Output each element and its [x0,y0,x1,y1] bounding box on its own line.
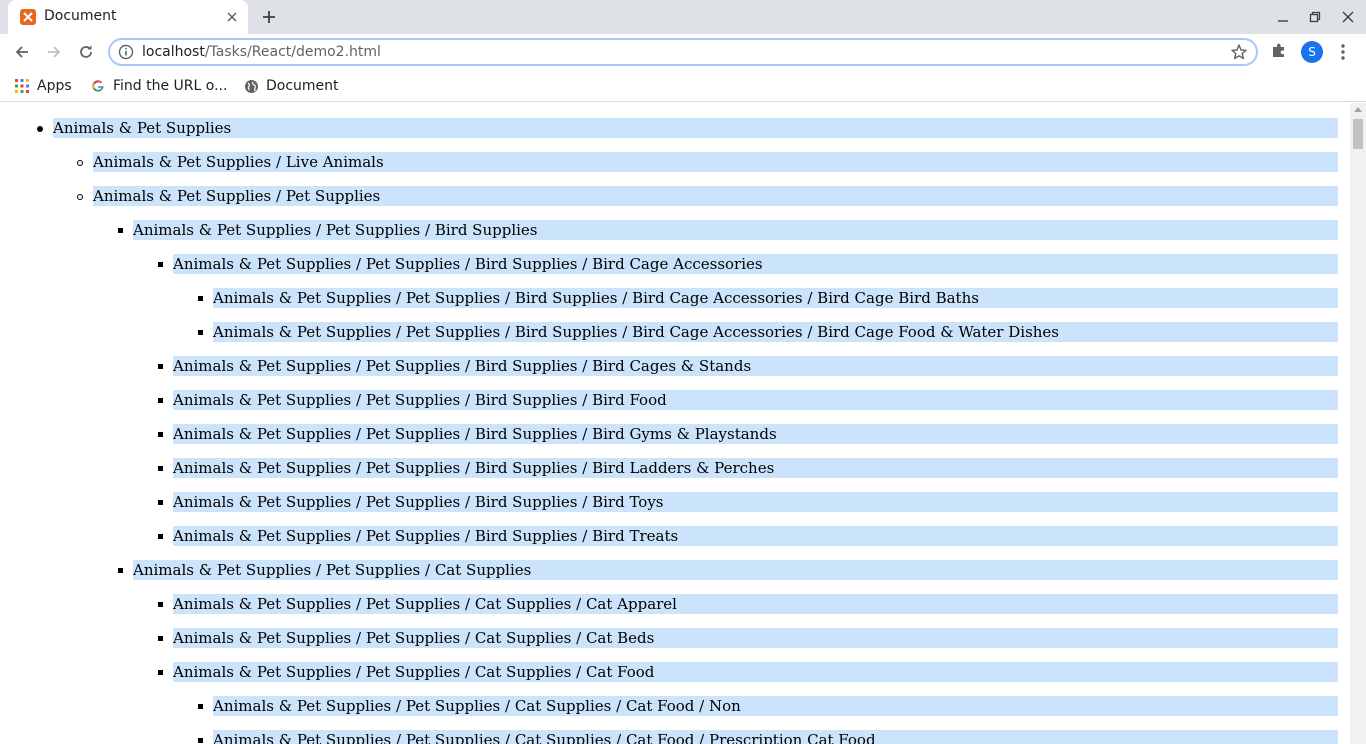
bullet-square-icon [198,704,203,709]
scroll-up-arrow-icon[interactable] [1354,107,1362,112]
bookmark-document[interactable]: Document [243,76,339,96]
bookmark-apps[interactable]: Apps [14,76,72,96]
list-item[interactable]: Animals & Pet Supplies / Pet Supplies / … [0,594,1338,614]
bullet-square-icon [118,568,123,573]
page-viewport: Animals & Pet Supplies Animals & Pet Supp… [0,103,1350,744]
tab-strip: Document [0,0,1366,34]
bullet-circle-icon [77,160,83,166]
list-item-label: Animals & Pet Supplies / Pet Supplies / … [133,561,532,579]
list-item[interactable]: Animals & Pet Supplies / Pet Supplies / … [0,288,1338,308]
list-item-label: Animals & Pet Supplies / Pet Supplies / … [173,493,664,511]
bookmark-label: Find the URL o... [113,78,228,94]
list-item-label: Animals & Pet Supplies / Live Animals [93,153,384,171]
tab-title: Document [44,8,117,24]
profile-avatar[interactable]: S [1301,41,1323,63]
list-item[interactable]: Animals & Pet Supplies / Pet Supplies / … [0,356,1338,376]
list-item[interactable]: Animals & Pet Supplies / Pet Supplies / … [0,424,1338,444]
list-item[interactable]: Animals & Pet Supplies / Pet Supplies / … [0,390,1338,410]
list-item-label: Animals & Pet Supplies / Pet Supplies / … [173,663,655,681]
list-item-label: Animals & Pet Supplies / Pet Supplies / … [173,357,752,375]
google-icon [90,78,106,94]
list-item[interactable]: Animals & Pet Supplies / Pet Supplies / … [0,662,1338,682]
forward-icon[interactable] [42,40,66,64]
selection-highlight [53,118,1338,138]
browser-toolbar: localhost/Tasks/React/demo2.html [0,34,1366,70]
bullet-square-icon [158,262,163,267]
address-bar[interactable]: localhost/Tasks/React/demo2.html [108,38,1258,66]
list-item[interactable]: Animals & Pet Supplies [0,118,1338,138]
list-item-label: Animals & Pet Supplies / Pet Supplies / … [173,629,655,647]
bullet-square-icon [158,636,163,641]
list-item-label: Animals & Pet Supplies / Pet Supplies [93,187,381,205]
list-item[interactable]: Animals & Pet Supplies / Pet Supplies / … [0,254,1338,274]
list-item-label: Animals & Pet Supplies / Pet Supplies / … [173,425,777,443]
list-item[interactable]: Animals & Pet Supplies / Pet Supplies / … [0,560,1338,580]
minimize-icon[interactable] [1273,7,1293,27]
list-item[interactable]: Animals & Pet Supplies / Pet Supplies / … [0,458,1338,478]
bullet-square-icon [158,670,163,675]
browser-menu-icon[interactable] [1338,42,1348,62]
bullet-square-icon [158,432,163,437]
list-item[interactable]: Animals & Pet Supplies / Pet Supplies / … [0,526,1338,546]
bookmark-find-url[interactable]: Find the URL o... [90,76,227,96]
list-item-label: Animals & Pet Supplies / Pet Supplies / … [173,527,679,545]
xampp-favicon-icon [20,9,36,25]
list-item[interactable]: Animals & Pet Supplies / Pet Supplies / … [0,730,1338,744]
bullet-square-icon [158,364,163,369]
bookmarks-bar: Apps Find the URL o... Document [0,70,1366,102]
bullet-square-icon [158,500,163,505]
bullet-square-icon [198,330,203,335]
globe-icon [243,78,259,94]
bullet-square-icon [158,602,163,607]
browser-tab[interactable]: Document [8,0,248,34]
url-text[interactable]: localhost/Tasks/React/demo2.html [142,44,381,60]
list-item-label: Animals & Pet Supplies / Pet Supplies / … [213,731,876,744]
list-item-label: Animals & Pet Supplies / Pet Supplies / … [213,697,741,715]
list-item-label: Animals & Pet Supplies / Pet Supplies / … [213,323,1060,341]
bullet-square-icon [158,398,163,403]
close-window-icon[interactable] [1338,7,1358,27]
site-info-icon[interactable] [118,44,134,60]
list-item[interactable]: Animals & Pet Supplies / Pet Supplies [0,186,1338,206]
bullet-square-icon [158,534,163,539]
list-item[interactable]: Animals & Pet Supplies / Pet Supplies / … [0,628,1338,648]
new-tab-button[interactable] [258,6,280,28]
close-tab-icon[interactable] [224,9,240,25]
bullet-disc-icon [37,126,43,132]
list-item-label: Animals & Pet Supplies / Pet Supplies / … [173,255,763,273]
restore-icon[interactable] [1305,7,1325,27]
bullet-square-icon [118,228,123,233]
list-item[interactable]: Animals & Pet Supplies / Pet Supplies / … [0,220,1338,240]
reload-icon[interactable] [74,40,98,64]
list-item-label: Animals & Pet Supplies / Pet Supplies / … [173,459,775,477]
vertical-scrollbar[interactable] [1350,103,1366,744]
bookmark-label: Apps [37,78,72,94]
bookmark-label: Document [266,78,339,94]
url-path: /Tasks/React/demo2.html [204,44,381,60]
bullet-square-icon [198,738,203,743]
list-item-label: Animals & Pet Supplies / Pet Supplies / … [213,289,979,307]
extensions-puzzle-icon[interactable] [1270,42,1288,60]
bullet-circle-icon [77,194,83,200]
list-item[interactable]: Animals & Pet Supplies / Live Animals [0,152,1338,172]
scroll-thumb[interactable] [1353,119,1363,149]
list-item[interactable]: Animals & Pet Supplies / Pet Supplies / … [0,696,1338,716]
list-item-label: Animals & Pet Supplies [53,119,232,137]
url-host: localhost [142,44,205,60]
list-item-label: Animals & Pet Supplies / Pet Supplies / … [173,595,677,613]
list-item[interactable]: Animals & Pet Supplies / Pet Supplies / … [0,322,1338,342]
back-icon[interactable] [10,40,34,64]
list-item[interactable]: Animals & Pet Supplies / Pet Supplies / … [0,492,1338,512]
apps-grid-icon [14,78,30,94]
bullet-square-icon [198,296,203,301]
list-item-label: Animals & Pet Supplies / Pet Supplies / … [133,221,538,239]
list-item-label: Animals & Pet Supplies / Pet Supplies / … [173,391,667,409]
bullet-square-icon [158,466,163,471]
bookmark-star-icon[interactable] [1230,43,1248,61]
